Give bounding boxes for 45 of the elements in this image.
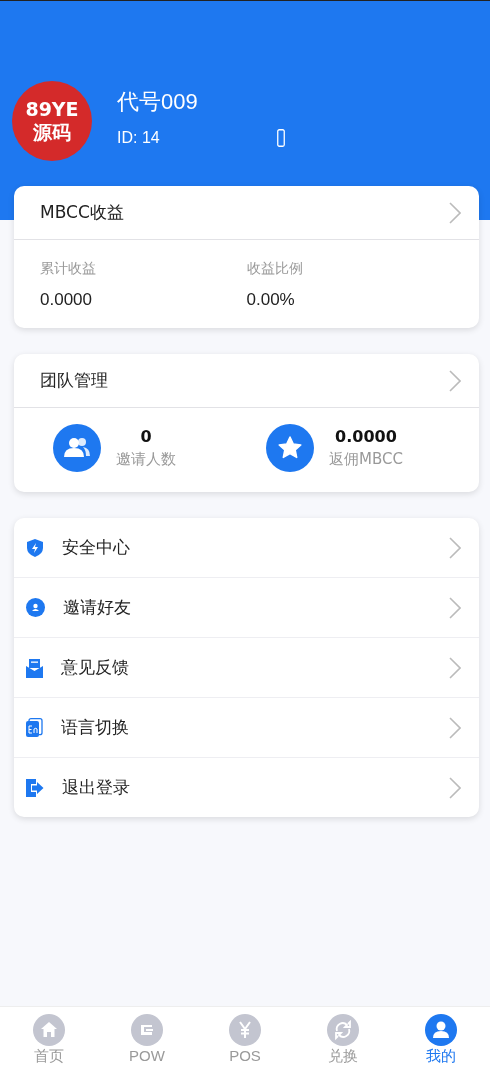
card-title: 团队管理 <box>40 369 108 392</box>
chevron-icon <box>449 369 461 392</box>
user-name: 代号009 <box>117 88 199 116</box>
chevron-icon <box>449 201 461 224</box>
stat-value: 0.0000 <box>335 427 397 446</box>
stat-label: 邀请人数 <box>116 450 176 469</box>
profile-icon <box>425 1014 457 1046</box>
menu-label: 退出登录 <box>62 776 131 799</box>
shield-icon <box>26 537 44 558</box>
tab[interactable]: 我的 <box>392 1007 490 1071</box>
stat-value: 0.0000 <box>40 290 93 310</box>
stat-label: 收益比例 <box>246 260 304 278</box>
menu-item[interactable]: 语言切换 <box>14 698 479 758</box>
exit-icon <box>26 777 44 798</box>
refresh-icon <box>327 1014 359 1046</box>
menu-item[interactable]: 安全中心 <box>14 518 479 578</box>
language-icon <box>26 718 43 737</box>
yen-icon <box>229 1014 261 1046</box>
stat-label: 累计收益 <box>40 260 97 278</box>
menu-label: 意见反馈 <box>61 656 130 679</box>
stat-value: 0.00% <box>246 290 296 310</box>
people-icon <box>53 424 101 472</box>
placeholder-glyph-icon <box>277 129 285 147</box>
chevron-icon <box>449 716 461 739</box>
home-icon <box>33 1014 65 1046</box>
user-id: ID: 14 <box>117 129 161 147</box>
team-header[interactable]: 团队管理 <box>14 354 479 408</box>
stat-value: 0 <box>140 427 152 446</box>
menu-item[interactable]: 退出登录 <box>14 758 479 817</box>
menu-item[interactable]: 邀请好友 <box>14 578 479 638</box>
chevron-icon <box>449 776 461 799</box>
card-title: MBCC收益 <box>40 201 124 224</box>
avatar-logo: 89YE 源码 <box>12 81 92 161</box>
wallet-icon <box>131 1014 163 1046</box>
mail-icon <box>26 657 43 678</box>
earnings-header[interactable]: MBCC收益 <box>14 186 479 240</box>
user-icon <box>26 598 45 617</box>
stat-label: 返佣MBCC <box>329 450 403 469</box>
chevron-icon <box>449 536 461 559</box>
menu-label: 安全中心 <box>62 536 131 559</box>
chevron-icon <box>449 596 461 619</box>
menu-label: 邀请好友 <box>63 596 132 619</box>
chevron-icon <box>449 656 461 679</box>
menu-label: 语言切换 <box>61 716 130 739</box>
menu-item[interactable]: 意见反馈 <box>14 638 479 698</box>
